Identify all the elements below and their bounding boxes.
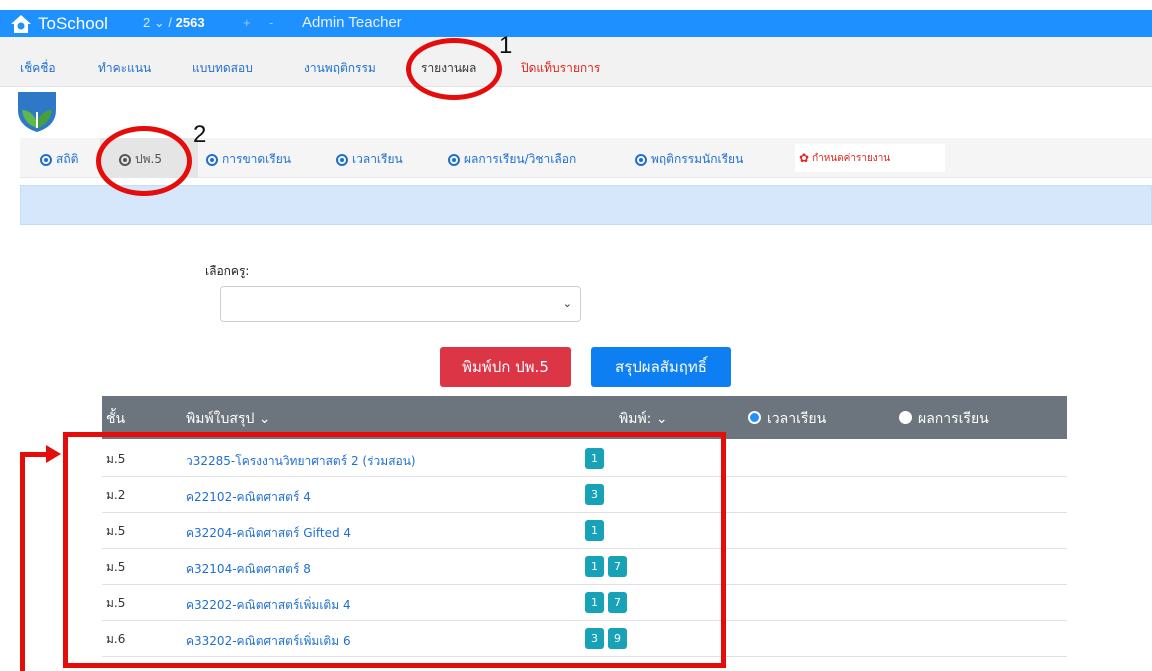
arrow-right-icon — [46, 445, 61, 463]
chevron-down-icon: ⌄ — [562, 297, 572, 310]
brand-name: ToSchool — [38, 14, 108, 33]
col-level: ชั้น — [106, 411, 126, 427]
home-icon — [11, 15, 31, 33]
target-icon — [40, 153, 52, 166]
tab-student-behavior[interactable]: พฤติกรรมนักเรียน — [635, 150, 743, 169]
menu-item-close-tabs[interactable]: ปิดแท็บรายการ — [521, 59, 600, 78]
top-bar: ToSchool 2 ⌄ / 2563 + - Admin Teacher — [0, 0, 1152, 37]
target-icon — [206, 153, 218, 166]
target-icon — [336, 153, 348, 166]
teacher-select[interactable]: ⌄ — [220, 286, 581, 322]
semester-value: 2 — [143, 15, 151, 30]
plus-button[interactable]: + — [243, 15, 251, 30]
target-icon — [448, 153, 460, 166]
page: ToSchool 2 ⌄ / 2563 + - Admin Teacher เช… — [0, 0, 1152, 671]
menu-item-attendance[interactable]: เช็คชื่อ — [20, 59, 56, 78]
radio-selected-icon — [748, 411, 761, 424]
tab-label: พฤติกรรมนักเรียน — [651, 152, 744, 166]
report-settings-button[interactable]: ✿ กำหนดค่ารายงาน — [795, 144, 945, 172]
menu-item-scores[interactable]: ทำคะแนน — [98, 59, 151, 78]
semester-select[interactable]: 2 ⌄ / 2563 — [143, 15, 205, 31]
tab-results-electives[interactable]: ผลการเรียน/วิชาเลือก — [448, 150, 576, 169]
col-print[interactable]: พิมพ์: ⌄ — [619, 408, 668, 430]
chevron-down-icon: ⌄ — [153, 15, 165, 30]
term-separator: / — [168, 15, 173, 30]
tab-statistics[interactable]: สถิติ — [40, 150, 78, 169]
info-alert — [20, 185, 1152, 225]
target-icon — [635, 153, 647, 166]
tab-study-time[interactable]: เวลาเรียน — [336, 150, 403, 169]
annotation-highlight-rows — [63, 432, 726, 668]
menu-item-behavior[interactable]: งานพฤติกรรม — [304, 59, 376, 78]
brand[interactable]: ToSchool — [10, 12, 108, 36]
teacher-label: เลือกครู: — [205, 264, 250, 278]
tab-label: การขาดเรียน — [222, 152, 291, 166]
achievement-summary-button[interactable]: สรุปผลสัมฤทธิ์ — [591, 347, 731, 387]
menu-item-tests[interactable]: แบบทดสอบ — [192, 59, 253, 78]
radio-results[interactable]: ผลการเรียน — [899, 408, 989, 430]
gear-icon: ✿ — [799, 151, 810, 165]
col-print-summary[interactable]: พิมพ์ใบสรุป ⌄ — [186, 408, 271, 430]
main-menu: เช็คชื่อ ทำคะแนน แบบทดสอบ งานพฤติกรรม รา… — [0, 37, 1152, 87]
radio-attendance[interactable]: เวลาเรียน — [748, 408, 826, 430]
annotation-circle-pp5 — [96, 126, 192, 196]
print-cover-button[interactable]: พิมพ์ปก ปพ.5 — [440, 347, 571, 387]
tab-label: สถิติ — [56, 152, 79, 166]
annotation-arrow-line — [20, 452, 25, 671]
tab-absence[interactable]: การขาดเรียน — [206, 150, 291, 169]
user-roles[interactable]: Admin Teacher — [302, 14, 402, 31]
year-value: 2563 — [175, 15, 205, 30]
school-logo-icon — [18, 92, 56, 132]
tab-label: ผลการเรียน/วิชาเลือก — [464, 152, 577, 166]
annotation-number-2: 2 — [193, 121, 207, 148]
minus-button[interactable]: - — [269, 15, 273, 30]
annotation-number-1: 1 — [499, 32, 513, 59]
annotation-circle-reports — [406, 38, 502, 100]
radio-label: เวลาเรียน — [767, 411, 827, 427]
radio-label: ผลการเรียน — [918, 411, 989, 427]
report-settings-label: กำหนดค่ารายงาน — [812, 152, 891, 164]
radio-unselected-icon — [899, 411, 912, 424]
tab-label: เวลาเรียน — [352, 152, 403, 166]
